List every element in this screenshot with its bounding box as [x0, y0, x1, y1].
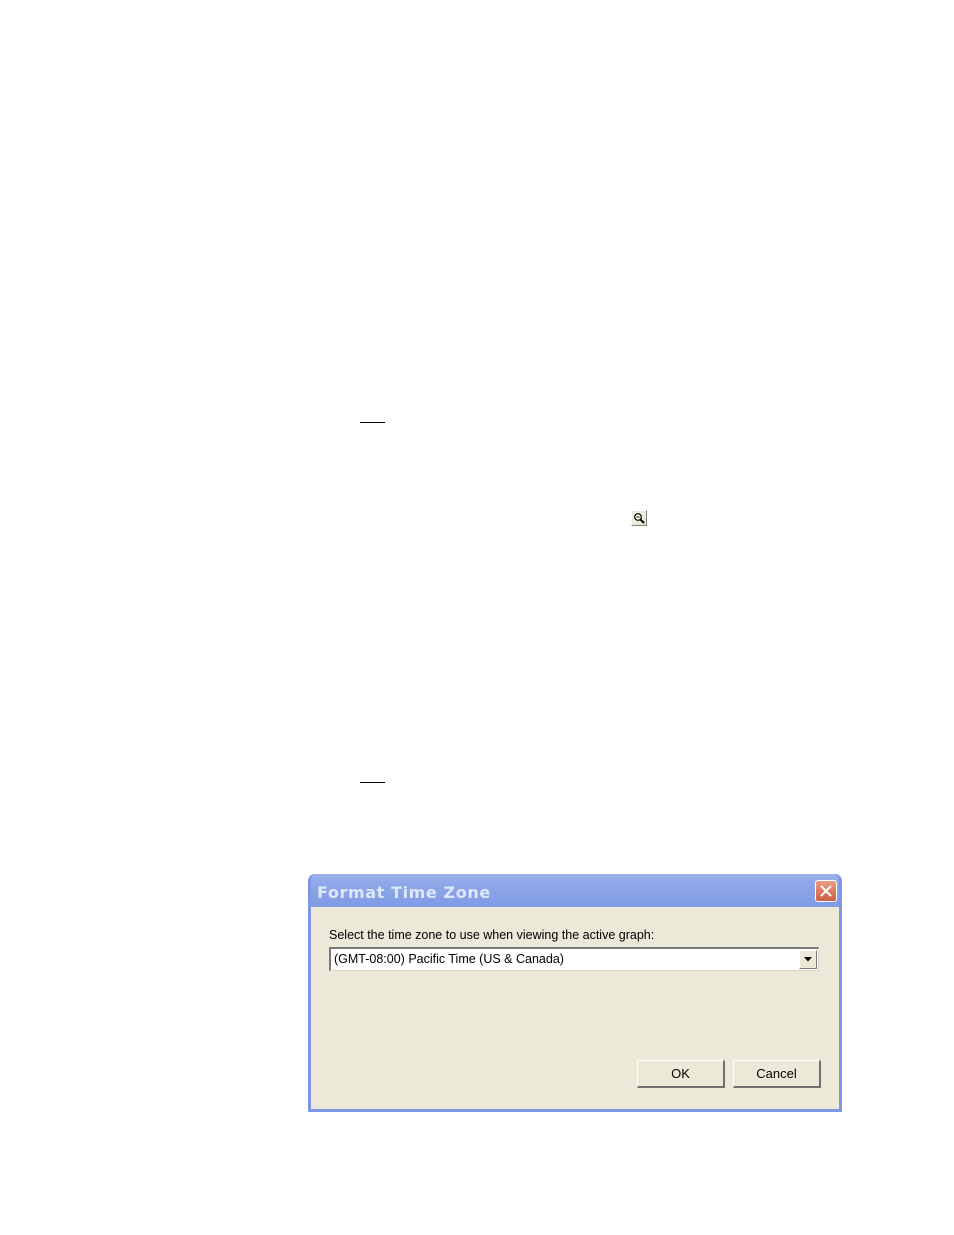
close-button[interactable]: [815, 880, 837, 902]
format-time-zone-dialog: Format Time Zone Select the time zone to…: [308, 874, 842, 1112]
ok-button[interactable]: OK: [637, 1060, 725, 1088]
timezone-prompt-label: Select the time zone to use when viewing…: [329, 928, 655, 942]
underline-rule: [360, 422, 385, 423]
zoom-button[interactable]: [631, 510, 647, 526]
cancel-button[interactable]: Cancel: [733, 1060, 821, 1088]
close-icon: [820, 885, 832, 897]
dropdown-arrow-button[interactable]: [799, 950, 817, 969]
underline-rule: [360, 782, 385, 783]
dialog-titlebar[interactable]: Format Time Zone: [311, 874, 839, 907]
dialog-title: Format Time Zone: [317, 883, 491, 902]
dialog-body: Select the time zone to use when viewing…: [311, 907, 839, 1109]
chevron-down-icon: [804, 957, 812, 962]
timezone-select[interactable]: (GMT-08:00) Pacific Time (US & Canada): [329, 947, 819, 971]
timezone-selected-value: (GMT-08:00) Pacific Time (US & Canada): [334, 952, 564, 966]
magnifier-icon: [634, 513, 645, 524]
